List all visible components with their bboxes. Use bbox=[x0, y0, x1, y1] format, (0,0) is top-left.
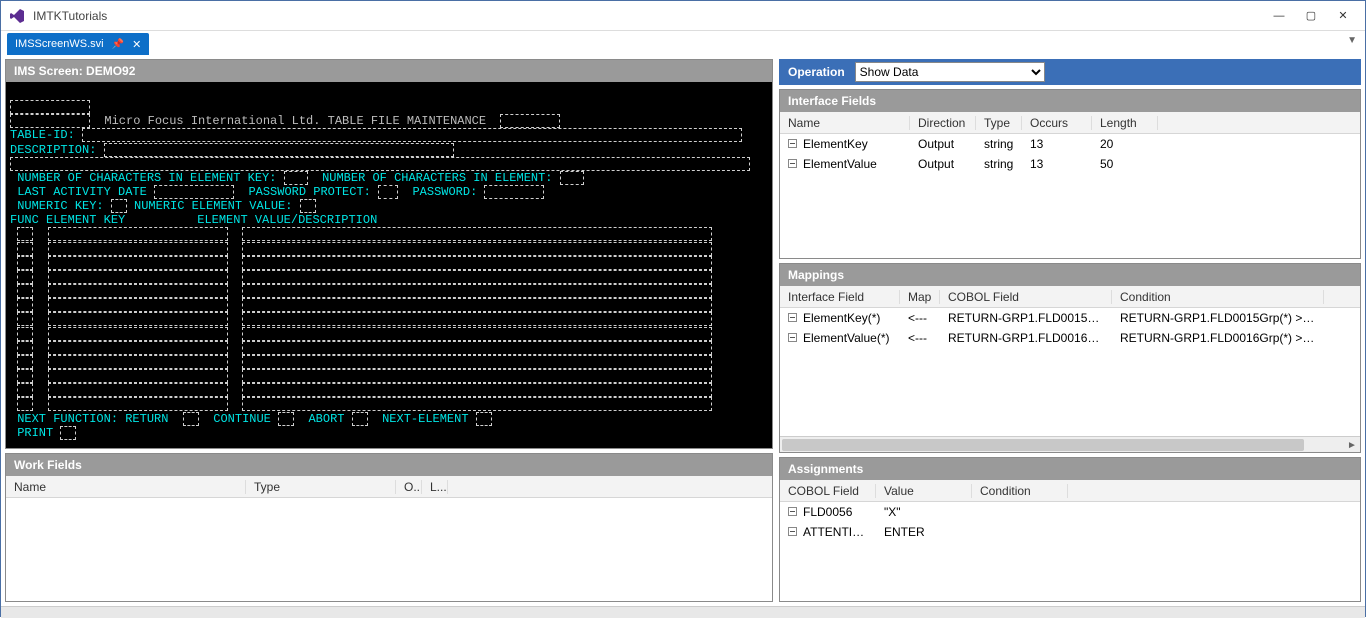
operation-bar: Operation Show Data bbox=[779, 59, 1361, 85]
ims-label-numcharselem: NUMBER OF CHARACTERS IN ELEMENT: bbox=[322, 171, 552, 185]
ims-screen-body[interactable]: Micro Focus International Ltd. TABLE FIL… bbox=[6, 82, 772, 448]
ims-label-pwdprotect: PASSWORD PROTECT: bbox=[248, 185, 370, 199]
mappings-scrollbar[interactable]: ◄ ► bbox=[780, 436, 1360, 452]
ims-label-numcharskey: NUMBER OF CHARACTERS IN ELEMENT KEY: bbox=[17, 171, 276, 185]
ims-label-continue: CONTINUE bbox=[213, 412, 271, 426]
ims-label-password: PASSWORD: bbox=[412, 185, 477, 199]
ims-label-numelem: NUMERIC ELEMENT VALUE: bbox=[134, 199, 292, 213]
col-occurs[interactable]: O... bbox=[396, 480, 422, 494]
expander-icon[interactable] bbox=[788, 527, 797, 536]
maximize-button[interactable]: ▢ bbox=[1297, 6, 1325, 26]
ims-label-return: RETURN bbox=[125, 412, 168, 426]
work-fields-column-headers[interactable]: Name Type O... L... bbox=[6, 476, 772, 498]
expander-icon[interactable] bbox=[788, 507, 797, 516]
ims-label-nextfunction: NEXT FUNCTION: bbox=[17, 412, 118, 426]
col-interface-field[interactable]: Interface Field bbox=[780, 290, 900, 304]
table-row[interactable]: ElementValue Output string 13 50 bbox=[780, 154, 1360, 174]
ims-label-abort: ABORT bbox=[308, 412, 344, 426]
col-type[interactable]: Type bbox=[976, 116, 1022, 130]
tab-close-icon[interactable]: ✕ bbox=[132, 38, 141, 51]
document-tab-strip: IMSScreenWS.svi 📌 ✕ ▼ bbox=[1, 31, 1365, 55]
col-length[interactable]: Length bbox=[1092, 116, 1158, 130]
tab-overflow-icon[interactable]: ▼ bbox=[1347, 35, 1357, 46]
operation-select[interactable]: Show Data bbox=[855, 62, 1045, 82]
mappings-header: Mappings bbox=[780, 264, 1360, 286]
assignments-header: Assignments bbox=[780, 458, 1360, 480]
work-fields-header: Work Fields bbox=[6, 454, 772, 476]
close-button[interactable]: ✕ bbox=[1329, 6, 1357, 26]
workspace: IMS Screen: DEMO92 Micro Focus Internati… bbox=[1, 55, 1365, 606]
assignments-panel: Assignments COBOL Field Value Condition … bbox=[779, 457, 1361, 602]
ims-header-text: Micro Focus International Ltd. TABLE FIL… bbox=[104, 114, 486, 128]
col-cobol-field[interactable]: COBOL Field bbox=[940, 290, 1112, 304]
table-row[interactable]: FLD0056 "X" bbox=[780, 502, 1360, 522]
ims-label-print: PRINT bbox=[17, 426, 53, 440]
minimize-button[interactable]: — bbox=[1265, 6, 1293, 26]
scroll-thumb[interactable] bbox=[782, 439, 1304, 451]
col-name[interactable]: Name bbox=[6, 480, 246, 494]
expander-icon[interactable] bbox=[788, 159, 797, 168]
ims-screen-panel: IMS Screen: DEMO92 Micro Focus Internati… bbox=[5, 59, 773, 449]
col-condition[interactable]: Condition bbox=[1112, 290, 1324, 304]
ims-panel-header: IMS Screen: DEMO92 bbox=[6, 60, 772, 82]
mappings-columns[interactable]: Interface Field Map COBOL Field Conditio… bbox=[780, 286, 1360, 308]
operation-label: Operation bbox=[788, 65, 845, 79]
col-direction[interactable]: Direction bbox=[910, 116, 976, 130]
interface-fields-panel: Interface Fields Name Direction Type Occ… bbox=[779, 89, 1361, 259]
col-occurs[interactable]: Occurs bbox=[1022, 116, 1092, 130]
window-title: IMTKTutorials bbox=[33, 9, 107, 23]
ims-label-elemval: ELEMENT VALUE/DESCRIPTION bbox=[197, 213, 377, 227]
ims-label-lastactivity: LAST ACTIVITY DATE bbox=[17, 185, 147, 199]
ims-label-tableid: TABLE-ID: bbox=[10, 129, 75, 143]
table-row[interactable]: ElementValue(*) <--- RETURN-GRP1.FLD0016… bbox=[780, 328, 1360, 348]
tab-label: IMSScreenWS.svi bbox=[15, 38, 104, 50]
col-cobol-field[interactable]: COBOL Field bbox=[780, 484, 876, 498]
ims-label-nextelement: NEXT-ELEMENT bbox=[382, 412, 468, 426]
col-type[interactable]: Type bbox=[246, 480, 396, 494]
mappings-panel: Mappings Interface Field Map COBOL Field… bbox=[779, 263, 1361, 453]
ims-label-elemkey: ELEMENT KEY bbox=[46, 213, 125, 227]
col-map[interactable]: Map bbox=[900, 290, 940, 304]
tab-imsscreenws[interactable]: IMSScreenWS.svi 📌 ✕ bbox=[7, 33, 149, 55]
col-value[interactable]: Value bbox=[876, 484, 972, 498]
expander-icon[interactable] bbox=[788, 333, 797, 342]
table-row[interactable]: ATTENTIO... ENTER bbox=[780, 522, 1360, 542]
pin-icon[interactable]: 📌 bbox=[112, 39, 124, 50]
expander-icon[interactable] bbox=[788, 313, 797, 322]
table-row[interactable]: ElementKey Output string 13 20 bbox=[780, 134, 1360, 154]
expander-icon[interactable] bbox=[788, 139, 797, 148]
col-length[interactable]: L... bbox=[422, 480, 448, 494]
table-row[interactable]: ElementKey(*) <--- RETURN-GRP1.FLD0015Gr… bbox=[780, 308, 1360, 328]
status-bar bbox=[1, 606, 1365, 618]
vs-logo-icon bbox=[9, 8, 25, 24]
assignments-columns[interactable]: COBOL Field Value Condition bbox=[780, 480, 1360, 502]
work-fields-panel: Work Fields Name Type O... L... bbox=[5, 453, 773, 602]
col-condition[interactable]: Condition bbox=[972, 484, 1068, 498]
col-name[interactable]: Name bbox=[780, 116, 910, 130]
ims-label-numkey: NUMERIC KEY: bbox=[17, 199, 103, 213]
ims-label-description: DESCRIPTION: bbox=[10, 143, 96, 157]
scroll-right-icon[interactable]: ► bbox=[1344, 437, 1360, 452]
interface-fields-header: Interface Fields bbox=[780, 90, 1360, 112]
titlebar: IMTKTutorials — ▢ ✕ bbox=[1, 1, 1365, 31]
ims-label-func: FUNC bbox=[10, 213, 39, 227]
interface-fields-columns[interactable]: Name Direction Type Occurs Length bbox=[780, 112, 1360, 134]
